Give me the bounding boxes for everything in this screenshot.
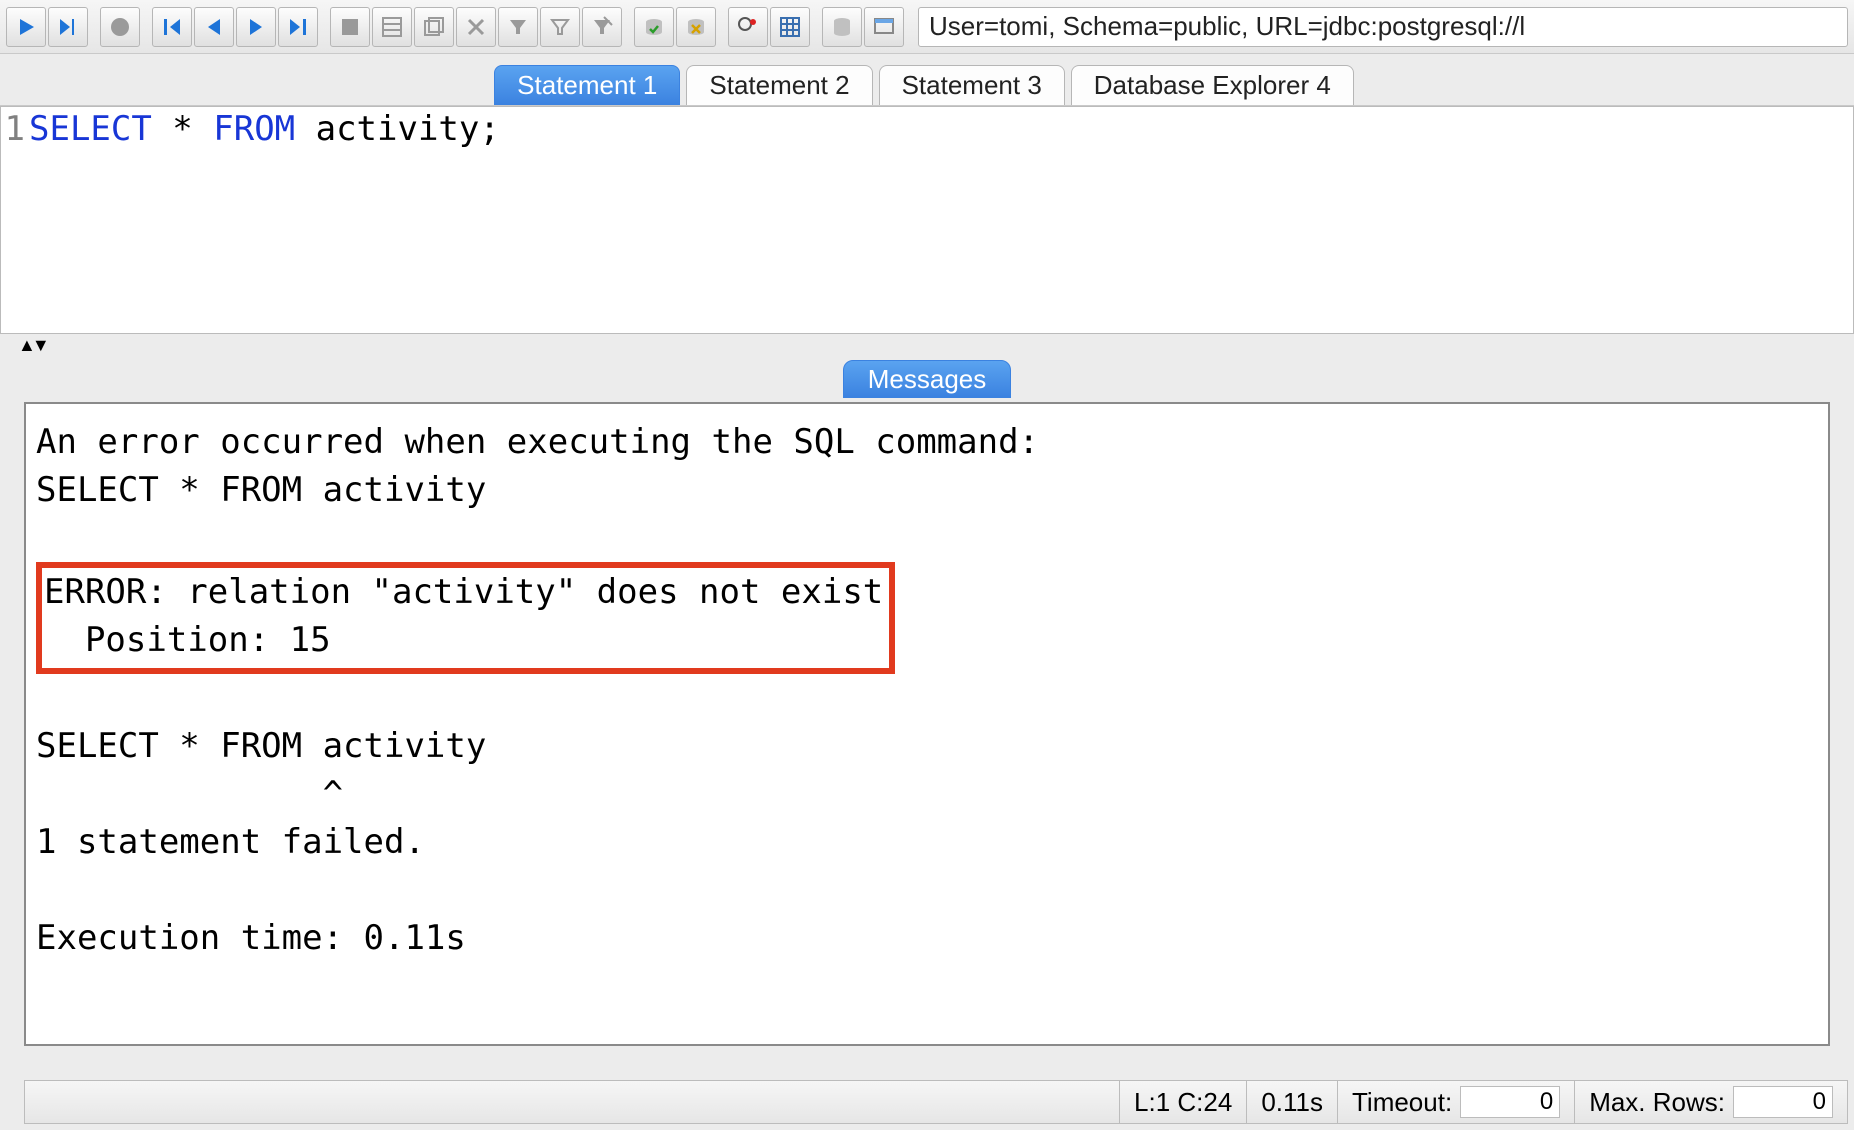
copy-row-button[interactable] [414,7,454,47]
last-record-button[interactable] [278,7,318,47]
code-star: * [152,109,213,149]
filter-clear-button[interactable] [582,7,622,47]
splitter[interactable]: ▲▼ [0,334,1854,356]
insert-row-button[interactable] [372,7,412,47]
run-to-cursor-button[interactable] [48,7,88,47]
messages-tab[interactable]: Messages [843,360,1012,398]
table-view-button[interactable] [770,7,810,47]
tab-statement-2[interactable]: Statement 2 [686,65,872,105]
status-timeout: Timeout: [1337,1081,1574,1123]
msg-error-line1: ERROR: relation "activity" does not exis… [44,572,883,612]
code-rest: activity; [295,109,500,149]
prev-record-button[interactable] [194,7,234,47]
msg-line-caret: ^ [36,774,343,814]
msg-line-failed: 1 statement failed. [36,822,425,862]
splitter-handle-icon[interactable]: ▲▼ [18,335,46,356]
tab-statement-1[interactable]: Statement 1 [494,65,680,105]
stop-button[interactable] [100,7,140,47]
save-button[interactable] [330,7,370,47]
commit-button[interactable] [634,7,674,47]
error-highlight-box: ERROR: relation "activity" does not exis… [36,562,895,674]
statusbar: L:1 C:24 0.11s Timeout: Max. Rows: [24,1080,1848,1124]
autocommit-toggle-button[interactable] [728,7,768,47]
keyword-select: SELECT [29,109,152,149]
msg-line-intro: An error occurred when executing the SQL… [36,422,1039,462]
keyword-from: FROM [213,109,295,149]
msg-line-echo: SELECT * FROM activity [36,726,486,766]
msg-line-exectime: Execution time: 0.11s [36,918,466,958]
toolbar: User=tomi, Schema=public, URL=jdbc:postg… [0,0,1854,54]
next-record-button[interactable] [236,7,276,47]
maxrows-input[interactable] [1733,1086,1833,1118]
status-timeout-label: Timeout: [1352,1087,1452,1118]
tab-database-explorer[interactable]: Database Explorer 4 [1071,65,1354,105]
status-maxrows: Max. Rows: [1574,1081,1847,1123]
msg-error-line2: Position: 15 [44,620,331,660]
connection-info: User=tomi, Schema=public, URL=jdbc:postg… [918,7,1848,47]
status-exec-time: 0.11s [1246,1081,1337,1123]
status-maxrows-label: Max. Rows: [1589,1087,1725,1118]
filter-button[interactable] [498,7,538,47]
editor-gutter: 1 [1,107,29,333]
timeout-input[interactable] [1460,1086,1560,1118]
status-cursor-position: L:1 C:24 [1119,1081,1246,1123]
messages-panel: Messages An error occurred when executin… [24,360,1830,1046]
filter-selection-button[interactable] [540,7,580,47]
statement-tabstrip: Statement 1 Statement 2 Statement 3 Data… [0,54,1854,106]
first-record-button[interactable] [152,7,192,47]
object-tree-button[interactable] [864,7,904,47]
messages-output[interactable]: An error occurred when executing the SQL… [24,402,1830,1046]
rollback-button[interactable] [676,7,716,47]
tab-statement-3[interactable]: Statement 3 [879,65,1065,105]
msg-line-stmt: SELECT * FROM activity [36,470,486,510]
db-browser-button[interactable] [822,7,862,47]
sql-editor[interactable]: 1 SELECT * FROM activity; [0,106,1854,334]
run-button[interactable] [6,7,46,47]
editor-code[interactable]: SELECT * FROM activity; [29,107,1853,333]
delete-row-button[interactable] [456,7,496,47]
